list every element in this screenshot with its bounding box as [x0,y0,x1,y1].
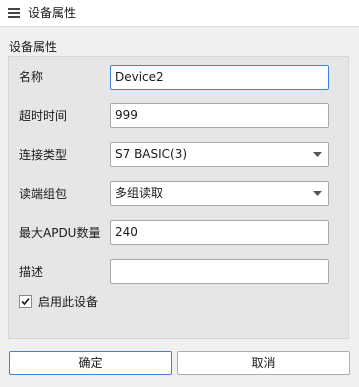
enable-device-checkbox[interactable] [19,295,32,308]
name-input[interactable]: Device2 [110,65,329,90]
ok-button[interactable]: 确定 [9,351,172,375]
name-label: 名称 [19,70,44,84]
max-apdu-label: 最大APDU数量 [19,226,101,240]
checkmark-icon [21,297,30,306]
read-packing-value: 多组读取 [115,186,164,200]
title-bar: 设备属性 [0,0,359,27]
connection-type-select[interactable]: S7 BASIC(3) [110,142,329,167]
cancel-button[interactable]: 取消 [177,351,350,375]
timeout-input[interactable]: 999 [110,103,329,128]
timeout-label: 超时时间 [19,109,68,123]
chevron-down-icon [313,191,322,196]
window-title: 设备属性 [28,6,77,20]
description-label: 描述 [19,265,44,279]
list-icon [8,8,20,18]
chevron-down-icon [313,152,322,157]
connection-type-label: 连接类型 [19,148,68,162]
enable-device-label: 启用此设备 [38,295,99,309]
description-input[interactable] [110,259,329,284]
connection-type-value: S7 BASIC(3) [115,147,188,161]
read-packing-select[interactable]: 多组读取 [110,181,329,206]
max-apdu-input[interactable]: 240 [110,220,329,245]
group-title: 设备属性 [9,40,58,54]
read-packing-label: 读端组包 [19,187,68,201]
